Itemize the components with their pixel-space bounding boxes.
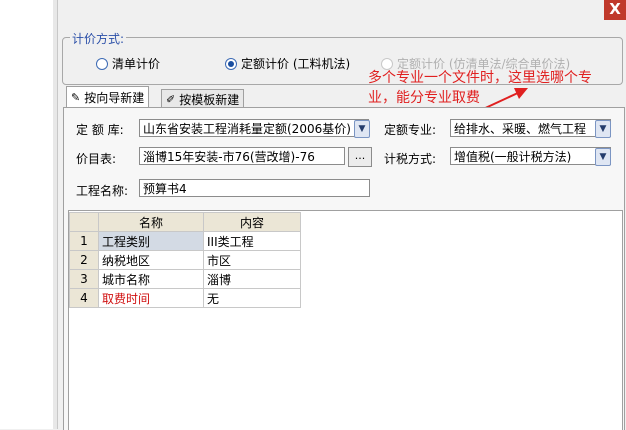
property-grid: 名称 内容 1 工程类别 III类工程 2 纳税地区 市区 3 城市名称 淄博 … <box>69 212 301 308</box>
quota-major-label: 定额专业: <box>384 123 437 137</box>
table-row[interactable]: 1 工程类别 III类工程 <box>69 231 301 251</box>
row-number: 4 <box>69 288 99 308</box>
browse-button[interactable]: ... <box>348 147 372 167</box>
price-table-label: 价目表: <box>76 152 117 166</box>
grid-header-name: 名称 <box>98 212 204 232</box>
quota-lib-label: 定 额 库: <box>76 123 124 137</box>
project-name-label: 工程名称: <box>76 184 129 198</box>
grid-cell-name[interactable]: 城市名称 <box>98 269 204 289</box>
wizard-icon: ✎ <box>71 90 81 104</box>
chevron-down-icon[interactable]: ▼ <box>595 148 611 166</box>
row-number: 2 <box>69 250 99 270</box>
tab-wizard-new[interactable]: ✎ 按向导新建 <box>66 86 150 107</box>
row-number: 1 <box>69 231 99 251</box>
grid-cell-name[interactable]: 工程类别 <box>98 231 204 251</box>
tab-label: 按向导新建 <box>84 90 145 105</box>
grid-header-row: 名称 内容 <box>69 212 301 232</box>
grid-header-value: 内容 <box>203 212 301 232</box>
project-name-input[interactable]: 预算书4 <box>139 179 370 197</box>
table-row[interactable]: 2 纳税地区 市区 <box>69 250 301 270</box>
chevron-down-icon[interactable]: ▼ <box>595 120 611 138</box>
grid-cell-value[interactable]: 市区 <box>203 250 301 270</box>
chevron-down-icon[interactable]: ▼ <box>354 120 370 138</box>
quota-major-select[interactable]: 给排水、采暖、燃气工程 <box>450 119 611 137</box>
grid-cell-name[interactable]: 取费时间 <box>98 288 204 308</box>
tax-method-select[interactable]: 增值税(一般计税方法) <box>450 147 611 165</box>
grid-cell-value[interactable]: III类工程 <box>203 231 301 251</box>
grid-cell-name[interactable]: 纳税地区 <box>98 250 204 270</box>
quota-lib-select[interactable]: 山东省安装工程消耗量定额(2006基价) <box>139 119 369 137</box>
grid-cell-value[interactable]: 无 <box>203 288 301 308</box>
row-number: 3 <box>69 269 99 289</box>
tab-template-new[interactable]: ✐ 按模板新建 <box>161 89 245 108</box>
grid-corner <box>69 212 99 232</box>
table-row[interactable]: 4 取费时间 无 <box>69 288 301 308</box>
template-icon: ✐ <box>166 92 176 106</box>
tab-label: 按模板新建 <box>179 92 240 107</box>
tax-method-label: 计税方式: <box>384 152 437 166</box>
grid-cell-value[interactable]: 淄博 <box>203 269 301 289</box>
price-table-field[interactable]: 淄博15年安装-市76(营改增)-76 <box>139 147 345 165</box>
table-row[interactable]: 3 城市名称 淄博 <box>69 269 301 289</box>
